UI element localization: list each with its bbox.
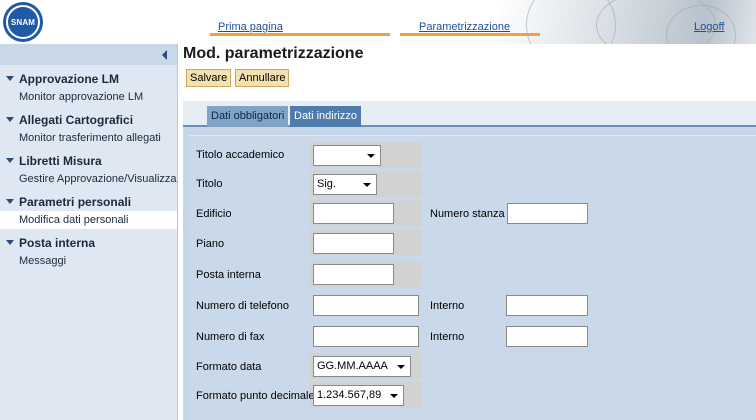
label-piano: Piano bbox=[196, 238, 225, 250]
formato-data-select[interactable]: GG.MM.AAAA bbox=[313, 356, 411, 377]
nav-group-parametri: Parametri personali Modifica dati person… bbox=[0, 192, 177, 229]
piano-input[interactable] bbox=[313, 233, 394, 254]
group-header-allegati[interactable]: Allegati Cartografici bbox=[0, 110, 177, 129]
group-title: Approvazione LM bbox=[19, 71, 120, 86]
label-numero-stanza: Numero stanza bbox=[430, 208, 505, 220]
nav-group-posta: Posta interna Messaggi bbox=[0, 233, 177, 270]
caret-down-icon bbox=[6, 240, 14, 245]
dropdown-arrow-icon bbox=[363, 183, 371, 187]
tab-dati-indirizzo[interactable]: Dati indirizzo bbox=[290, 106, 361, 127]
page-title: Mod. parametrizzazione bbox=[183, 45, 364, 62]
group-title: Libretti Misura bbox=[19, 153, 102, 168]
nav-link-parametrizzazione[interactable]: Parametrizzazione bbox=[419, 21, 510, 33]
header: SNAM Prima pagina Parametrizzazione Logo… bbox=[0, 0, 756, 44]
address-form: Titolo accademico Titolo Sig. Edificio N… bbox=[189, 135, 756, 420]
dropdown-arrow-icon bbox=[390, 394, 398, 398]
label-posta-interna: Posta interna bbox=[196, 269, 261, 281]
logo-text: SNAM bbox=[10, 17, 36, 27]
fax-interno-input[interactable] bbox=[506, 326, 588, 347]
nav-underline-home bbox=[210, 33, 390, 36]
telefono-interno-input[interactable] bbox=[506, 295, 588, 316]
label-interno-fax: Interno bbox=[430, 331, 465, 343]
cancel-button[interactable]: Annullare bbox=[235, 69, 290, 87]
sidebar-item-monitor-approvazione[interactable]: Monitor approvazione LM bbox=[0, 88, 177, 106]
label-numero-fax: Numero di fax bbox=[196, 331, 265, 343]
formato-decimale-value: 1.234.567,89 bbox=[317, 389, 382, 401]
sidebar-item-modifica-dati[interactable]: Modifica dati personali bbox=[0, 211, 177, 229]
titolo-select[interactable]: Sig. bbox=[313, 174, 377, 195]
group-header-libretti[interactable]: Libretti Misura bbox=[0, 151, 177, 170]
collapse-left-icon[interactable] bbox=[162, 50, 167, 60]
group-header-posta[interactable]: Posta interna bbox=[0, 233, 177, 252]
formato-decimale-select[interactable]: 1.234.567,89 bbox=[313, 385, 404, 406]
caret-down-icon bbox=[6, 117, 14, 122]
fax-input[interactable] bbox=[313, 326, 419, 347]
dropdown-arrow-icon bbox=[367, 154, 375, 158]
titolo-accademico-select[interactable] bbox=[313, 145, 381, 166]
nav-link-home[interactable]: Prima pagina bbox=[218, 21, 283, 33]
label-formato-decimale: Formato punto decimale bbox=[196, 390, 315, 402]
nav-group-allegati: Allegati Cartografici Monitor trasferime… bbox=[0, 110, 177, 147]
posta-interna-input[interactable] bbox=[313, 264, 394, 285]
logoff-link[interactable]: Logoff bbox=[694, 21, 724, 33]
label-formato-data: Formato data bbox=[196, 361, 262, 373]
snam-logo[interactable]: SNAM bbox=[3, 2, 43, 42]
group-title: Posta interna bbox=[19, 235, 96, 250]
label-edificio: Edificio bbox=[196, 208, 232, 220]
caret-down-icon bbox=[6, 158, 14, 163]
sidebar-item-monitor-trasferimento[interactable]: Monitor trasferimento allegati bbox=[0, 129, 177, 147]
dropdown-arrow-icon bbox=[397, 365, 405, 369]
form-area: Titolo accademico Titolo Sig. Edificio N… bbox=[183, 127, 756, 420]
group-title: Parametri personali bbox=[19, 194, 132, 209]
caret-down-icon bbox=[6, 76, 14, 81]
nav-group-libretti: Libretti Misura Gestire Approvazione/Vis… bbox=[0, 151, 177, 188]
sidebar-toolbar bbox=[0, 44, 177, 65]
nav-underline-params bbox=[400, 33, 540, 36]
label-titolo-accademico: Titolo accademico bbox=[196, 149, 285, 161]
group-header-parametri[interactable]: Parametri personali bbox=[0, 192, 177, 211]
formato-data-value: GG.MM.AAAA bbox=[317, 360, 388, 372]
tab-strip: Dati obbligatori Dati indirizzo bbox=[183, 101, 756, 127]
group-title: Allegati Cartografici bbox=[19, 112, 134, 127]
sidebar: Approvazione LM Monitor approvazione LM … bbox=[0, 44, 178, 420]
sidebar-item-gestire-approvazione[interactable]: Gestire Approvazione/Visualizzazione bbox=[0, 170, 177, 188]
telefono-input[interactable] bbox=[313, 295, 419, 316]
numero-stanza-input[interactable] bbox=[507, 203, 588, 224]
tab-dati-obbligatori[interactable]: Dati obbligatori bbox=[207, 106, 289, 127]
group-header-approvazione[interactable]: Approvazione LM bbox=[0, 69, 177, 88]
label-interno-telefono: Interno bbox=[430, 300, 465, 312]
caret-down-icon bbox=[6, 199, 14, 204]
label-numero-telefono: Numero di telefono bbox=[196, 300, 289, 312]
label-titolo: Titolo bbox=[196, 178, 223, 190]
sidebar-item-messaggi[interactable]: Messaggi bbox=[0, 252, 177, 270]
edificio-input[interactable] bbox=[313, 203, 394, 224]
titolo-value: Sig. bbox=[317, 178, 336, 190]
save-button[interactable]: Salvare bbox=[186, 69, 232, 87]
nav-group-approvazione: Approvazione LM Monitor approvazione LM bbox=[0, 69, 177, 106]
